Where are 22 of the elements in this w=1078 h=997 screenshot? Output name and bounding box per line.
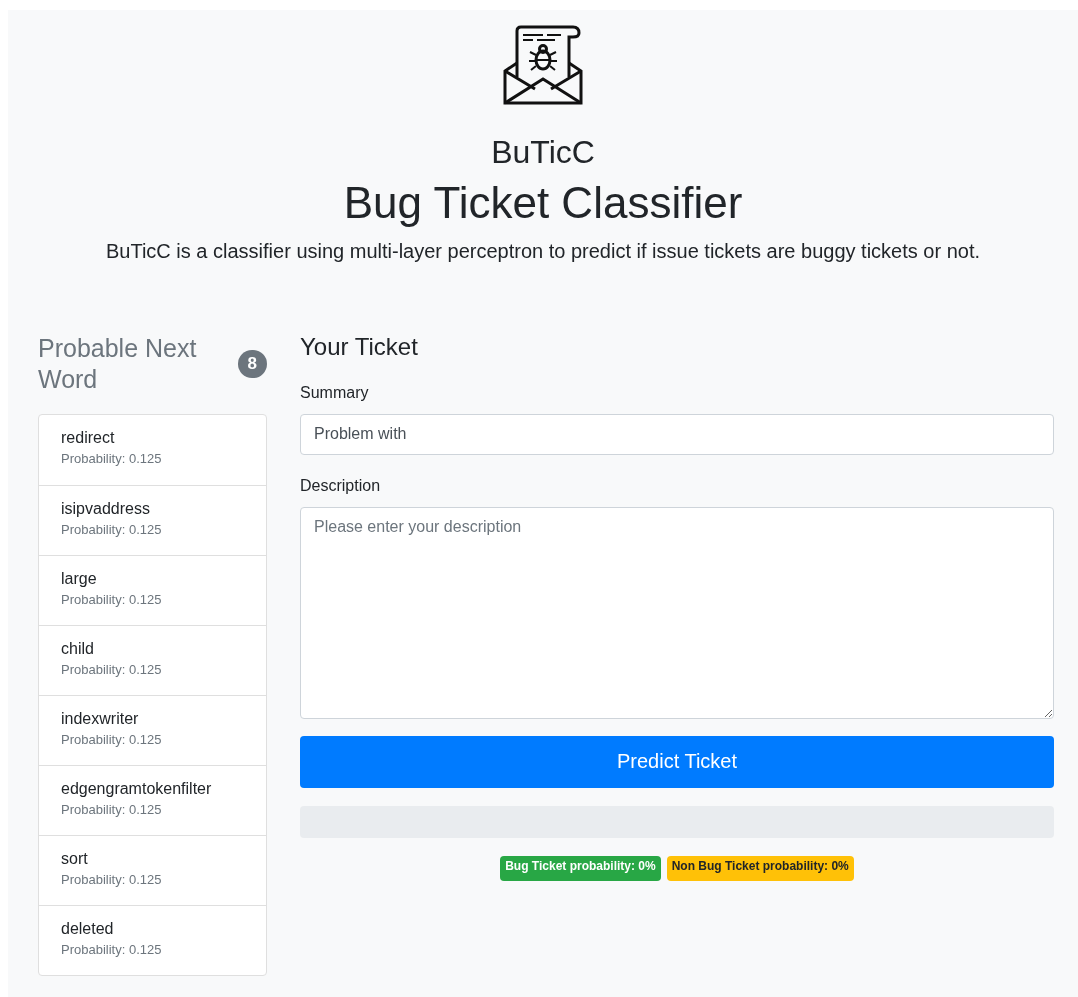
page-title: Bug Ticket Classifier xyxy=(343,177,743,230)
word-list-item[interactable]: edgengramtokenfilter Probability: 0.125 xyxy=(39,764,266,835)
description-field[interactable]: Please enter your description xyxy=(300,507,1054,719)
form-heading: Your Ticket xyxy=(300,333,419,362)
word-list-item[interactable]: redirect Probability: 0.125 xyxy=(39,414,266,485)
summary-field[interactable]: Problem with xyxy=(300,414,1054,455)
predict-button[interactable]: Predict Ticket xyxy=(300,736,1054,788)
summary-label: Summary xyxy=(300,384,370,402)
word-list-item[interactable]: indexwriter Probability: 0.125 xyxy=(39,694,266,765)
probability-badge: Non Bug Ticket probability: 0% xyxy=(666,856,854,881)
probability-badge: Bug Ticket probability: 0% xyxy=(500,856,661,881)
count-badge: 8 xyxy=(237,350,267,379)
description-label: Description xyxy=(300,477,382,495)
sidebar-heading: Probable Next Word xyxy=(38,333,198,396)
app-name: BuTicC xyxy=(491,133,595,172)
word-list-item[interactable]: deleted Probability: 0.125 xyxy=(39,904,266,975)
word-list-item[interactable]: large Probability: 0.125 xyxy=(39,554,266,625)
bug-envelope-icon xyxy=(503,25,583,105)
word-list-item[interactable]: sort Probability: 0.125 xyxy=(39,834,266,905)
word-list-item[interactable]: child Probability: 0.125 xyxy=(39,624,266,695)
word-list-item[interactable]: isipvaddress Probability: 0.125 xyxy=(39,484,266,555)
app-description: BuTicC is a classifier using multi-layer perceptron to predict if issue tickets are buggy tickets or not. xyxy=(105,240,981,264)
